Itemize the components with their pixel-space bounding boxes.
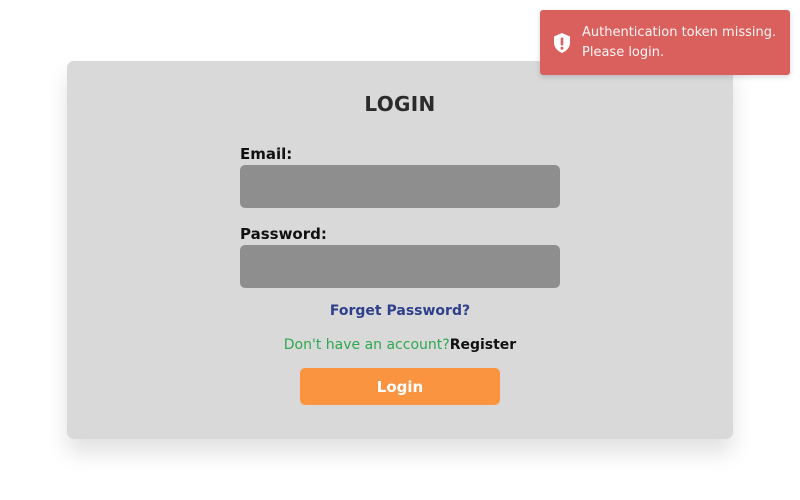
forgot-password-row: Forget Password? — [0, 303, 800, 319]
password-field[interactable] — [240, 245, 560, 288]
register-prompt: Don't have an account? — [283, 337, 450, 353]
password-label: Password: — [240, 225, 327, 243]
login-page: LOGIN Email: Password: Forget Password? … — [0, 0, 800, 500]
login-button[interactable]: Login — [300, 368, 500, 405]
email-field[interactable] — [240, 165, 560, 208]
register-link[interactable]: Register — [450, 337, 517, 353]
error-toast[interactable]: Authentication token missing. Please log… — [540, 10, 790, 75]
shield-alert-icon — [552, 32, 572, 54]
email-label: Email: — [240, 145, 293, 163]
login-title: LOGIN — [364, 92, 436, 116]
toast-message: Authentication token missing. Please log… — [582, 25, 777, 60]
forgot-password-link[interactable]: Forget Password? — [330, 303, 470, 319]
register-row: Don't have an account?Register — [0, 337, 800, 353]
